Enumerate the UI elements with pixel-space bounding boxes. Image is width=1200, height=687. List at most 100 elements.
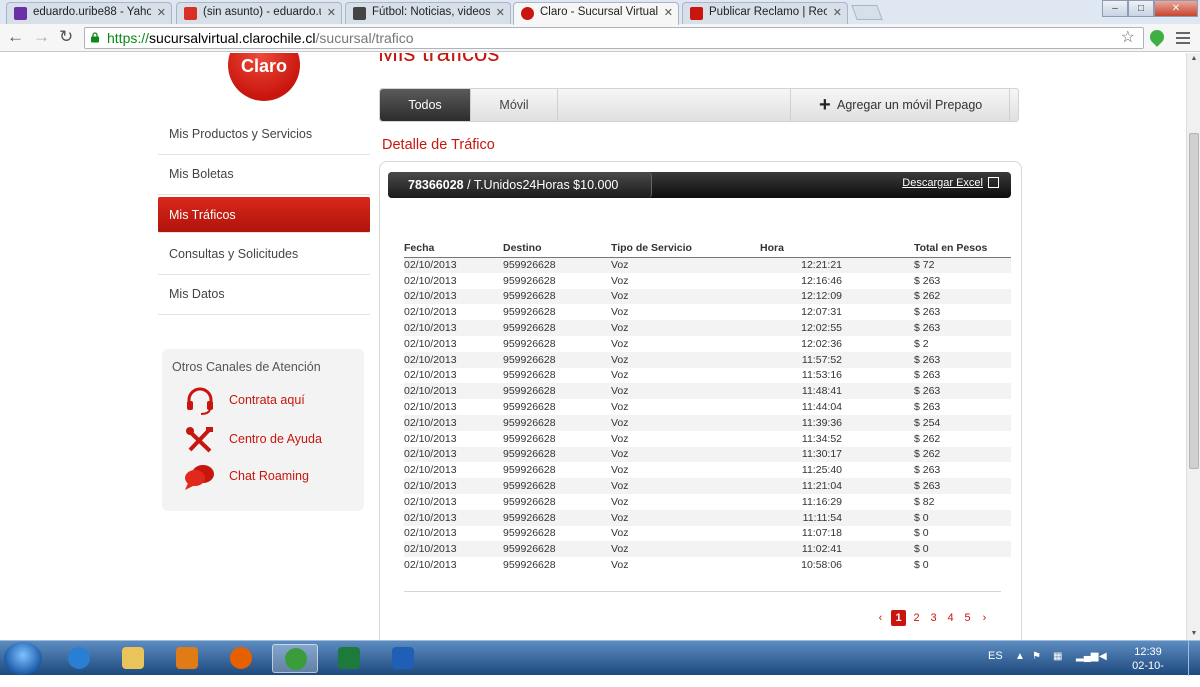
bookmark-star-icon[interactable]: ☆ [1121, 28, 1135, 48]
table-cell: 959926628 [503, 559, 556, 572]
browser-tab[interactable]: Publicar Reclamo | Reclam ✕ [682, 2, 848, 24]
channel-contrata[interactable]: Contrata aquí [184, 387, 354, 417]
chat-bubbles-icon [185, 465, 214, 490]
sidebar-item[interactable]: Mis Boletas [158, 155, 370, 195]
add-prepaid-button[interactable]: + Agregar un móvil Prepago [790, 89, 1010, 121]
tab-title: (sin asunto) - eduardo.urib [203, 6, 321, 18]
line-selector[interactable]: 78366028 / T.Unidos24Horas $10.000 [388, 172, 652, 198]
column-header[interactable]: Hora [760, 240, 914, 258]
volume-icon[interactable]: ◀ [1099, 651, 1107, 662]
table-cell: 959926628 [503, 478, 611, 494]
taskbar-app[interactable] [326, 644, 372, 673]
table-cell: $ 2 [914, 337, 929, 350]
system-clock[interactable]: 12:39 02-10-2013 [1122, 645, 1174, 687]
table-cell: Voz [611, 495, 629, 508]
taskbar-app[interactable] [164, 644, 210, 673]
back-arrow-icon[interactable]: ← [7, 27, 24, 47]
close-window-button[interactable]: ✕ [1154, 0, 1198, 17]
browser-tab[interactable]: Claro - Sucursal Virtual ✕ [513, 2, 679, 25]
table-cell: 10:58:06 [801, 559, 842, 572]
page-link[interactable]: 2 [908, 612, 925, 624]
browser-tab[interactable]: eduardo.uribe88 - Yahoo M ✕ [6, 2, 172, 24]
table-row: 02/10/2013 959926628 Voz 12:21:21 $ 72 [404, 257, 1011, 273]
download-excel-link[interactable]: Descargar Excel [902, 177, 999, 189]
column-header[interactable]: Fecha [404, 240, 503, 258]
table-cell: Voz [611, 369, 629, 382]
divider [404, 591, 1001, 592]
table-cell: $ 262 [914, 432, 941, 445]
new-tab-button[interactable] [851, 5, 883, 20]
column-header[interactable]: Total en Pesos [914, 240, 1011, 258]
taskbar-app[interactable] [218, 644, 264, 673]
sidebar-item[interactable]: Mis Datos [158, 275, 370, 315]
page-link[interactable]: 1 [891, 610, 906, 626]
column-header[interactable]: Tipo de Servicio [611, 240, 760, 258]
tab-movil[interactable]: Móvil [471, 89, 558, 121]
forward-arrow-icon[interactable]: → [33, 27, 50, 47]
table-cell: $ 262 [914, 288, 1011, 305]
sidebar-item[interactable]: Consultas y Solicitudes [158, 235, 370, 275]
add-prepaid-label: Agregar un móvil Prepago [837, 98, 983, 112]
logo-text: Claro [240, 56, 287, 76]
show-desktop-button[interactable] [1188, 641, 1200, 676]
language-indicator[interactable]: ES [988, 650, 1003, 662]
minimize-button[interactable]: – [1102, 0, 1128, 17]
table-cell: $ 263 [914, 401, 941, 414]
filter-tabs: Todos Móvil + Agregar un móvil Prepago [379, 88, 1019, 122]
table-cell: 959926628 [503, 414, 611, 431]
table-cell: 02/10/2013 [404, 464, 457, 477]
table-cell: 959926628 [503, 257, 611, 273]
table-cell: 02/10/2013 [404, 509, 503, 526]
table-row: 02/10/2013 959926628 Voz 11:44:04 $ 263 [404, 399, 1011, 415]
column-header[interactable]: Destino [503, 240, 611, 258]
browser-menu-icon[interactable] [1176, 32, 1190, 47]
close-tab-icon[interactable]: ✕ [833, 6, 842, 19]
next-page-icon[interactable]: › [976, 612, 993, 624]
close-tab-icon[interactable]: ✕ [664, 6, 673, 19]
close-tab-icon[interactable]: ✕ [496, 6, 505, 19]
page-link[interactable]: 3 [925, 612, 942, 624]
window-controls: – □ ✕ [1102, 0, 1198, 18]
table-row: 02/10/2013 959926628 Voz 11:25:40 $ 263 [404, 462, 1011, 478]
table-row: 02/10/2013 959926628 Voz 11:07:18 $ 0 [404, 526, 1011, 542]
page-link[interactable]: 5 [959, 612, 976, 624]
table-cell: 02/10/2013 [404, 351, 503, 368]
maximize-button[interactable]: □ [1128, 0, 1154, 17]
tab-todos[interactable]: Todos [380, 89, 471, 121]
action-center-flag-icon[interactable]: ⚑ [1032, 651, 1041, 662]
page-scrollbar[interactable]: ▲ ▼ [1186, 53, 1200, 640]
sidebar-item[interactable]: Mis Tráficos [158, 197, 370, 233]
taskbar-app[interactable] [56, 644, 102, 673]
sidebar-item[interactable]: Mis Productos y Servicios [158, 115, 370, 155]
tray-expand-icon[interactable]: ▲ [1015, 651, 1025, 662]
channel-ayuda[interactable]: Centro de Ayuda [184, 426, 354, 456]
tray-app-icon[interactable]: ▦ [1053, 651, 1062, 662]
scroll-down-arrow-icon[interactable]: ▼ [1187, 628, 1200, 640]
close-tab-icon[interactable]: ✕ [157, 6, 166, 19]
browser-tab[interactable]: Fútbol: Noticias, videos, g ✕ [345, 2, 511, 24]
taskbar-app[interactable] [272, 644, 318, 673]
claro-logo[interactable]: Claro [228, 53, 300, 101]
page-link[interactable]: 4 [942, 612, 959, 624]
table-cell: 11:57:52 [760, 351, 914, 368]
clock-date: 02-10-2013 [1132, 660, 1164, 686]
channel-chat-roaming[interactable]: Chat Roaming [184, 463, 354, 493]
scrollbar-thumb[interactable] [1189, 133, 1199, 469]
channel-label: Chat Roaming [229, 469, 309, 483]
taskbar-app[interactable] [380, 644, 426, 673]
scroll-up-arrow-icon[interactable]: ▲ [1187, 53, 1200, 65]
table-cell: $ 0 [914, 541, 1011, 558]
close-tab-icon[interactable]: ✕ [327, 6, 336, 19]
network-signal-icon[interactable]: ▂▄▆ [1076, 651, 1098, 662]
table-cell: 959926628 [503, 495, 556, 508]
start-button[interactable] [4, 642, 42, 675]
taskbar-app[interactable] [110, 644, 156, 673]
firefox-icon [230, 647, 252, 669]
table-cell: 12:02:36 [801, 337, 842, 350]
browser-tab[interactable]: (sin asunto) - eduardo.urib ✕ [176, 2, 342, 24]
address-bar[interactable]: https://sucursalvirtual.clarochile.cl/su… [84, 27, 1144, 49]
prev-page-icon[interactable]: ‹ [872, 612, 889, 624]
extension-icon[interactable] [1147, 27, 1167, 47]
reload-icon[interactable]: ↻ [59, 27, 73, 47]
internet-explorer-icon [68, 647, 90, 669]
